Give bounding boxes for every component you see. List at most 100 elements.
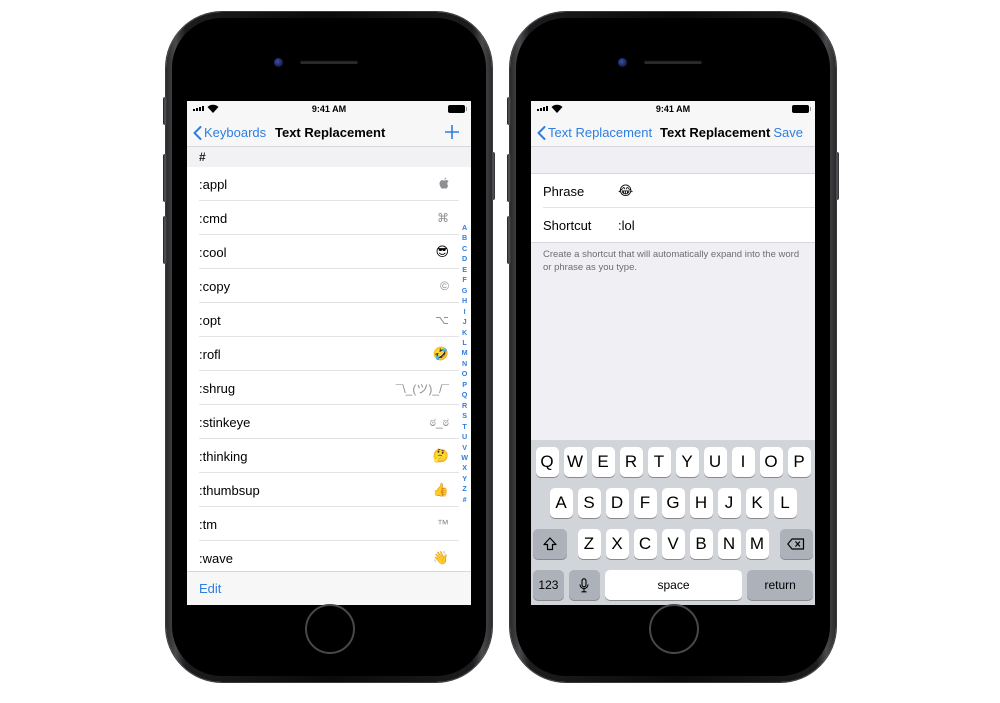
shortcut-row: Shortcut :lol (531, 208, 815, 242)
index-letter[interactable]: W (461, 453, 468, 463)
screen: 9:41 AM Keyboards Text Replacement #:ap… (187, 101, 471, 605)
space-key[interactable]: space (604, 570, 743, 600)
list-item[interactable]: :thinking 🤔 (187, 439, 471, 473)
numbers-key[interactable]: 123 (533, 570, 564, 600)
key-o[interactable]: O (759, 447, 783, 477)
shift-key[interactable] (533, 529, 567, 559)
index-letter[interactable]: J (463, 317, 467, 327)
key-c[interactable]: C (633, 529, 657, 559)
index-letter[interactable]: M (462, 348, 468, 358)
dictation-key[interactable] (568, 570, 600, 600)
keyboard-row-4: 123 space return (533, 570, 814, 600)
list-item[interactable]: :tm ™ (187, 507, 471, 541)
list-item[interactable]: :stinkeye ಠ_ಠ (187, 405, 471, 439)
key-a[interactable]: A (549, 488, 573, 518)
edit-button[interactable]: Edit (199, 581, 221, 596)
plus-icon (445, 125, 459, 139)
index-letter[interactable]: L (462, 338, 466, 348)
phrase-preview: 👋 (432, 550, 449, 565)
index-letter[interactable]: V (462, 443, 467, 453)
list-item[interactable]: :wave 👋 (187, 541, 471, 575)
index-letter[interactable]: O (462, 369, 468, 379)
list-item[interactable]: :cool 😎 (187, 235, 471, 269)
status-bar: 9:41 AM (187, 101, 471, 117)
battery-icon (448, 105, 467, 113)
key-p[interactable]: P (787, 447, 811, 477)
index-letter[interactable]: H (462, 296, 467, 306)
back-button[interactable]: Keyboards (193, 125, 266, 140)
iphone-left: 9:41 AM Keyboards Text Replacement #:ap… (163, 12, 495, 682)
index-letter[interactable]: K (462, 328, 467, 338)
phone-bezel: 9:41 AM Text Replacement Text Replacemen… (516, 18, 830, 676)
home-button[interactable] (305, 604, 355, 654)
index-letter[interactable]: I (464, 307, 466, 317)
index-letter[interactable]: X (462, 463, 467, 473)
shortcut-text: :cool (199, 244, 227, 260)
index-letter[interactable]: # (463, 495, 467, 505)
key-k[interactable]: K (745, 488, 769, 518)
key-v[interactable]: V (661, 529, 685, 559)
index-letter[interactable]: R (462, 401, 467, 411)
key-i[interactable]: I (731, 447, 755, 477)
shortcut-field[interactable]: :lol (618, 218, 635, 233)
mute-switch (163, 97, 167, 125)
screen: 9:41 AM Text Replacement Text Replacemen… (531, 101, 815, 605)
list-item[interactable]: :thumbsup 👍 (187, 473, 471, 507)
return-key[interactable]: return (747, 570, 814, 600)
key-t[interactable]: T (647, 447, 671, 477)
key-n[interactable]: N (717, 529, 741, 559)
index-letter[interactable]: A (462, 223, 467, 233)
battery-icon (792, 105, 811, 113)
delete-key[interactable] (779, 529, 813, 559)
index-letter[interactable]: F (462, 275, 466, 285)
index-letter[interactable]: Z (462, 484, 466, 494)
index-letter[interactable]: B (462, 233, 467, 243)
phrase-field[interactable]: 😂 (618, 183, 633, 199)
index-letter[interactable]: T (462, 422, 466, 432)
key-d[interactable]: D (605, 488, 629, 518)
index-letter[interactable]: N (462, 359, 467, 369)
section-header: # (187, 147, 471, 167)
index-letter[interactable]: S (462, 411, 467, 421)
index-letter[interactable]: D (462, 254, 467, 264)
back-button[interactable]: Text Replacement (537, 125, 652, 140)
key-l[interactable]: L (773, 488, 797, 518)
key-w[interactable]: W (563, 447, 587, 477)
key-u[interactable]: U (703, 447, 727, 477)
list-item[interactable]: :opt ⌥ (187, 303, 471, 337)
key-b[interactable]: B (689, 529, 713, 559)
phrase-preview: 🤔 (432, 448, 449, 463)
key-y[interactable]: Y (675, 447, 699, 477)
save-button[interactable]: Save (773, 125, 803, 140)
list-item[interactable]: :copy © (187, 269, 471, 303)
key-s[interactable]: S (577, 488, 601, 518)
home-button[interactable] (649, 604, 699, 654)
list-item[interactable]: :appl (187, 167, 471, 201)
key-e[interactable]: E (591, 447, 615, 477)
section-index[interactable]: A B C D E F G H I J K L M N O P Q R S T U V W X Y Z # (461, 223, 468, 505)
key-m[interactable]: M (745, 529, 769, 559)
key-g[interactable]: G (661, 488, 685, 518)
key-x[interactable]: X (605, 529, 629, 559)
list-item[interactable]: :cmd ⌘ (187, 201, 471, 235)
key-q[interactable]: Q (535, 447, 559, 477)
key-f[interactable]: F (633, 488, 657, 518)
add-button[interactable] (445, 123, 459, 140)
list-item[interactable]: :shrug ¯\_(ツ)_/¯ (187, 371, 471, 405)
index-letter[interactable]: P (462, 380, 467, 390)
index-letter[interactable]: G (462, 286, 468, 296)
keyboard-row-1: QWERTYUIOP (533, 447, 813, 477)
key-r[interactable]: R (619, 447, 643, 477)
index-letter[interactable]: Y (462, 474, 467, 484)
key-h[interactable]: H (689, 488, 713, 518)
index-letter[interactable]: E (462, 265, 467, 275)
shortcut-text: :wave (199, 550, 233, 566)
list-item[interactable]: :rofl 🤣 (187, 337, 471, 371)
index-letter[interactable]: U (462, 432, 467, 442)
phrase-preview: ⌥ (435, 313, 449, 327)
index-letter[interactable]: Q (462, 390, 468, 400)
status-time: 9:41 AM (311, 104, 347, 114)
key-z[interactable]: Z (577, 529, 601, 559)
key-j[interactable]: J (717, 488, 741, 518)
index-letter[interactable]: C (462, 244, 467, 254)
